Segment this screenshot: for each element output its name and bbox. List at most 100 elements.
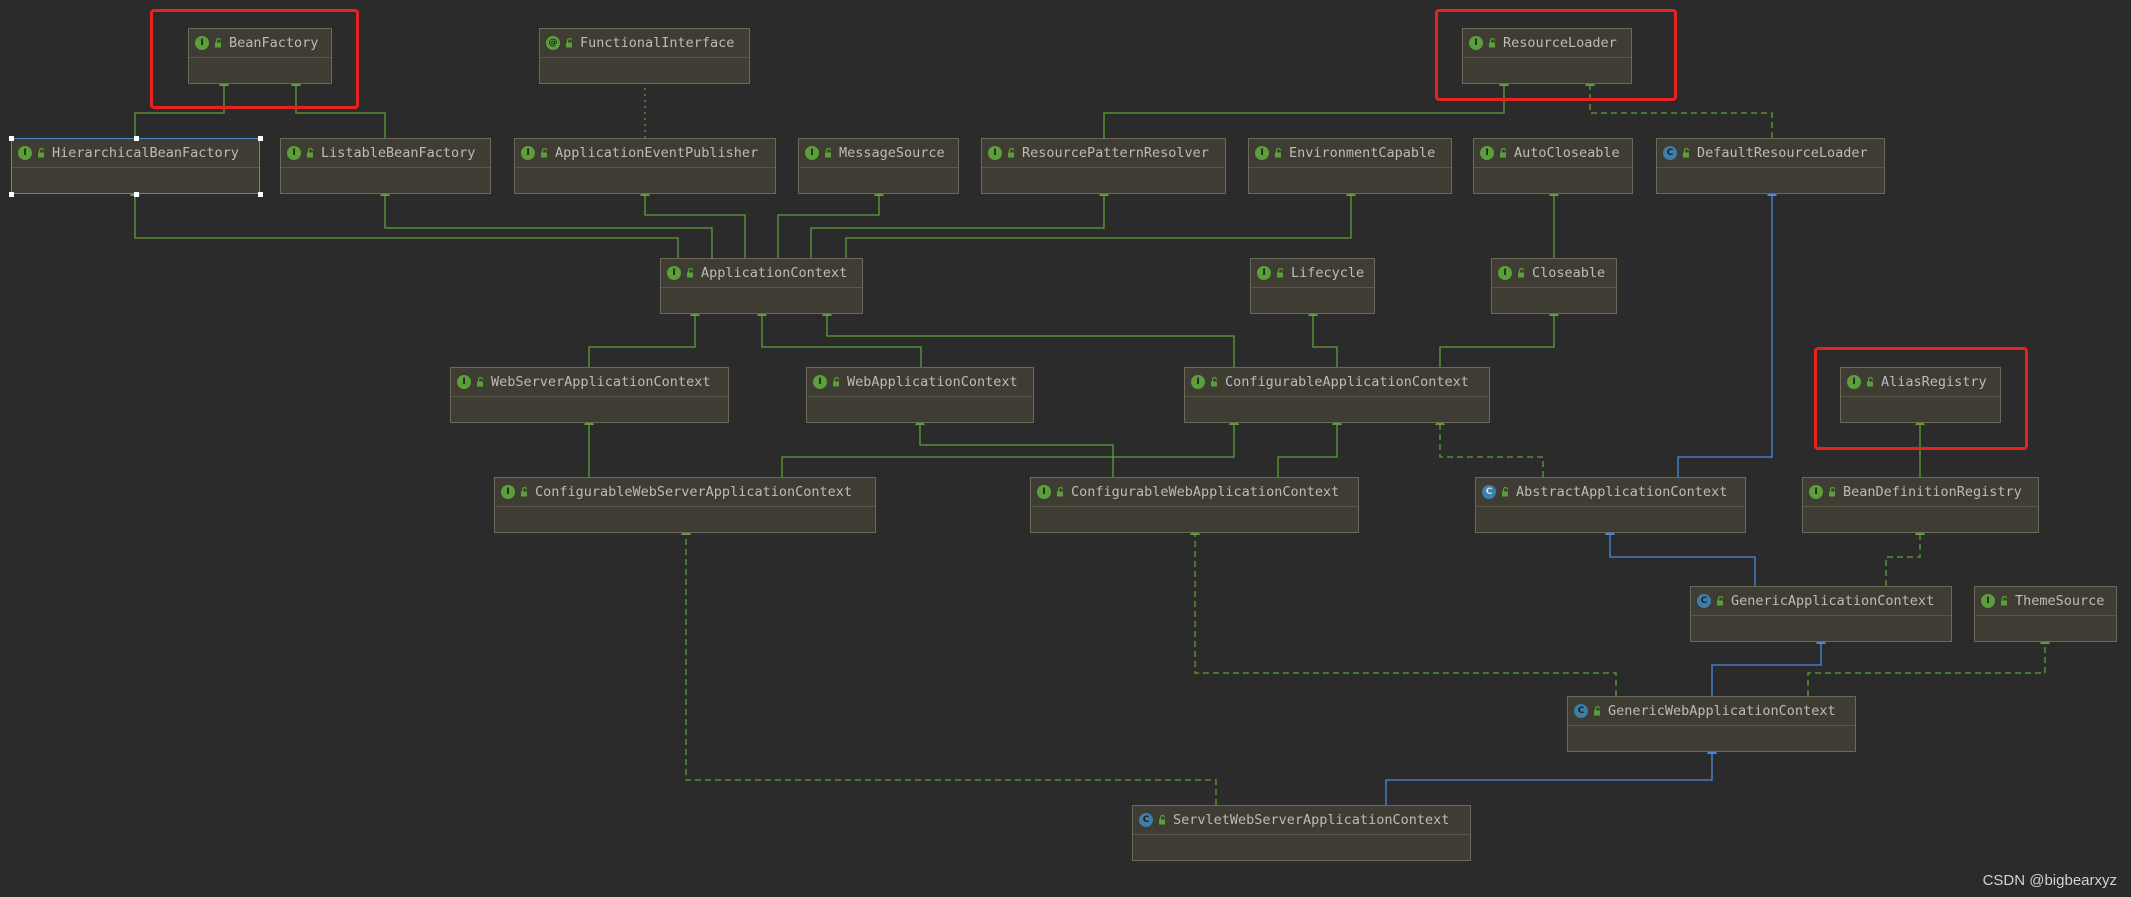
uml-node-lifecycle[interactable]: I Lifecycle xyxy=(1250,258,1375,314)
uml-node-header: I ConfigurableApplicationContext xyxy=(1185,368,1489,397)
uml-node-bean-definition-registry[interactable]: I BeanDefinitionRegistry xyxy=(1802,477,2039,533)
uml-node-environment-capable[interactable]: I EnvironmentCapable xyxy=(1248,138,1452,194)
watermark: CSDN @bigbearxyz xyxy=(1982,872,2117,889)
public-visibility-icon xyxy=(477,377,484,387)
selection-handle[interactable] xyxy=(258,136,263,141)
public-visibility-icon xyxy=(1275,148,1282,158)
uml-node-header: I WebServerApplicationContext xyxy=(451,368,728,397)
public-visibility-icon xyxy=(1683,148,1690,158)
edge-GenericWebApplicationContext-to-ThemeSource xyxy=(1807,633,2050,696)
uml-node-header: C AbstractApplicationContext xyxy=(1476,478,1745,507)
uml-node-web-server-application-context[interactable]: I WebServerApplicationContext xyxy=(450,367,729,423)
edge-WebServerApplicationContext-to-ApplicationContext xyxy=(588,305,700,367)
uml-node-label: GenericWebApplicationContext xyxy=(1608,703,1836,719)
interface-icon: I xyxy=(1809,485,1823,499)
uml-node-header: @ FunctionalInterface xyxy=(540,29,749,58)
public-visibility-icon xyxy=(1211,377,1218,387)
uml-node-label: AutoCloseable xyxy=(1514,145,1620,161)
public-visibility-icon xyxy=(1502,487,1509,497)
uml-node-generic-web-application-context[interactable]: C GenericWebApplicationContext xyxy=(1567,696,1856,752)
uml-node-header: I ApplicationEventPublisher xyxy=(515,139,775,168)
uml-node-abstract-application-context[interactable]: C AbstractApplicationContext xyxy=(1475,477,1746,533)
uml-node-default-resource-loader[interactable]: C DefaultResourceLoader xyxy=(1656,138,1885,194)
uml-node-header: I EnvironmentCapable xyxy=(1249,139,1451,168)
edge-ApplicationContext-to-ResourcePatternResolver xyxy=(810,185,1109,258)
uml-node-label: ResourcePatternResolver xyxy=(1022,145,1209,161)
uml-node-application-event-publisher[interactable]: I ApplicationEventPublisher xyxy=(514,138,776,194)
class-icon: C xyxy=(1697,594,1711,608)
public-visibility-icon xyxy=(1057,487,1064,497)
public-visibility-icon xyxy=(1500,148,1507,158)
interface-icon: I xyxy=(1498,266,1512,280)
interface-icon: I xyxy=(667,266,681,280)
abstract-class-icon: C xyxy=(1482,485,1496,499)
interface-icon: I xyxy=(988,146,1002,160)
edge-ServletWebServerApplicationContext-to-ConfigurableWebServerApplicationContext xyxy=(681,524,1217,805)
public-visibility-icon xyxy=(521,487,528,497)
interface-icon: I xyxy=(287,146,301,160)
uml-node-functional-interface[interactable]: @ FunctionalInterface xyxy=(539,28,750,84)
uml-node-label: ConfigurableApplicationContext xyxy=(1225,374,1469,390)
selection-handle[interactable] xyxy=(133,136,139,141)
edge-ConfigurableWebServerApplicationContext-to-ConfigurableApplicationContext xyxy=(781,414,1239,477)
uml-node-header: I MessageSource xyxy=(799,139,958,168)
public-visibility-icon xyxy=(307,148,314,158)
uml-node-closeable[interactable]: I Closeable xyxy=(1491,258,1617,314)
uml-node-header: I ListableBeanFactory xyxy=(281,139,490,168)
public-visibility-icon xyxy=(1159,815,1166,825)
uml-node-label: ConfigurableWebApplicationContext xyxy=(1071,484,1340,500)
interface-icon: I xyxy=(521,146,535,160)
public-visibility-icon xyxy=(1008,148,1015,158)
uml-node-configurable-web-application-context[interactable]: I ConfigurableWebApplicationContext xyxy=(1030,477,1359,533)
public-visibility-icon xyxy=(687,268,694,278)
uml-node-configurable-application-context[interactable]: I ConfigurableApplicationContext xyxy=(1184,367,1490,423)
edge-ConfigurableApplicationContext-to-Lifecycle xyxy=(1308,305,1338,367)
uml-node-web-application-context[interactable]: I WebApplicationContext xyxy=(806,367,1034,423)
selection-handle[interactable] xyxy=(9,136,14,141)
uml-diagram-canvas[interactable]: I BeanFactory @ FunctionalInterface I Resourc… xyxy=(0,0,2131,897)
uml-node-header: I Lifecycle xyxy=(1251,259,1374,288)
interface-icon: I xyxy=(501,485,515,499)
edge-AbstractApplicationContext-to-ConfigurableApplicationContext xyxy=(1435,414,1544,477)
uml-node-header: I WebApplicationContext xyxy=(807,368,1033,397)
interface-icon: I xyxy=(1480,146,1494,160)
selection-handle[interactable] xyxy=(133,192,139,197)
uml-node-header: C DefaultResourceLoader xyxy=(1657,139,1884,168)
uml-node-header: C ServletWebServerApplicationContext xyxy=(1133,806,1470,835)
uml-node-header: I BeanDefinitionRegistry xyxy=(1803,478,2038,507)
uml-node-resource-pattern-resolver[interactable]: I ResourcePatternResolver xyxy=(981,138,1226,194)
edge-GenericApplicationContext-to-AbstractApplicationContext xyxy=(1605,524,1756,586)
class-icon: C xyxy=(1574,704,1588,718)
interface-icon: I xyxy=(1191,375,1205,389)
uml-node-theme-source[interactable]: I ThemeSource xyxy=(1974,586,2117,642)
uml-node-configurable-web-server-application-context[interactable]: I ConfigurableWebServerApplicationContext xyxy=(494,477,876,533)
uml-node-header: C GenericWebApplicationContext xyxy=(1568,697,1855,726)
uml-node-servlet-web-server-application-context[interactable]: C ServletWebServerApplicationContext xyxy=(1132,805,1471,861)
uml-node-listable-bean-factory[interactable]: I ListableBeanFactory xyxy=(280,138,491,194)
uml-node-label: MessageSource xyxy=(839,145,945,161)
uml-node-header: I AutoCloseable xyxy=(1474,139,1632,168)
public-visibility-icon xyxy=(2001,596,2008,606)
uml-node-header: I ThemeSource xyxy=(1975,587,2116,616)
interface-icon: I xyxy=(1257,266,1271,280)
edge-ApplicationContext-to-MessageSource xyxy=(777,185,884,258)
uml-node-label: ConfigurableWebServerApplicationContext xyxy=(535,484,852,500)
edge-ConfigurableApplicationContext-to-ApplicationContext xyxy=(822,305,1235,367)
interface-icon: I xyxy=(1981,594,1995,608)
public-visibility-icon xyxy=(1518,268,1525,278)
uml-node-label: EnvironmentCapable xyxy=(1289,145,1436,161)
uml-node-application-context[interactable]: I ApplicationContext xyxy=(660,258,863,314)
uml-node-hierarchical-bean-factory[interactable]: I HierarchicalBeanFactory xyxy=(9,136,263,197)
selection-handle[interactable] xyxy=(258,192,263,197)
uml-node-generic-application-context[interactable]: C GenericApplicationContext xyxy=(1690,586,1952,642)
edge-ApplicationContext-to-HierarchicalBeanFactory xyxy=(130,185,679,258)
highlight-box xyxy=(1814,347,2028,450)
public-visibility-icon xyxy=(833,377,840,387)
uml-node-label: GenericApplicationContext xyxy=(1731,593,1935,609)
uml-node-auto-closeable[interactable]: I AutoCloseable xyxy=(1473,138,1633,194)
edge-ConfigurableWebApplicationContext-to-WebApplicationContext xyxy=(915,414,1114,477)
uml-node-message-source[interactable]: I MessageSource xyxy=(798,138,959,194)
uml-node-label: DefaultResourceLoader xyxy=(1697,145,1868,161)
selection-handle[interactable] xyxy=(9,192,14,197)
edge-ApplicationContext-to-ApplicationEventPublisher xyxy=(640,185,746,258)
